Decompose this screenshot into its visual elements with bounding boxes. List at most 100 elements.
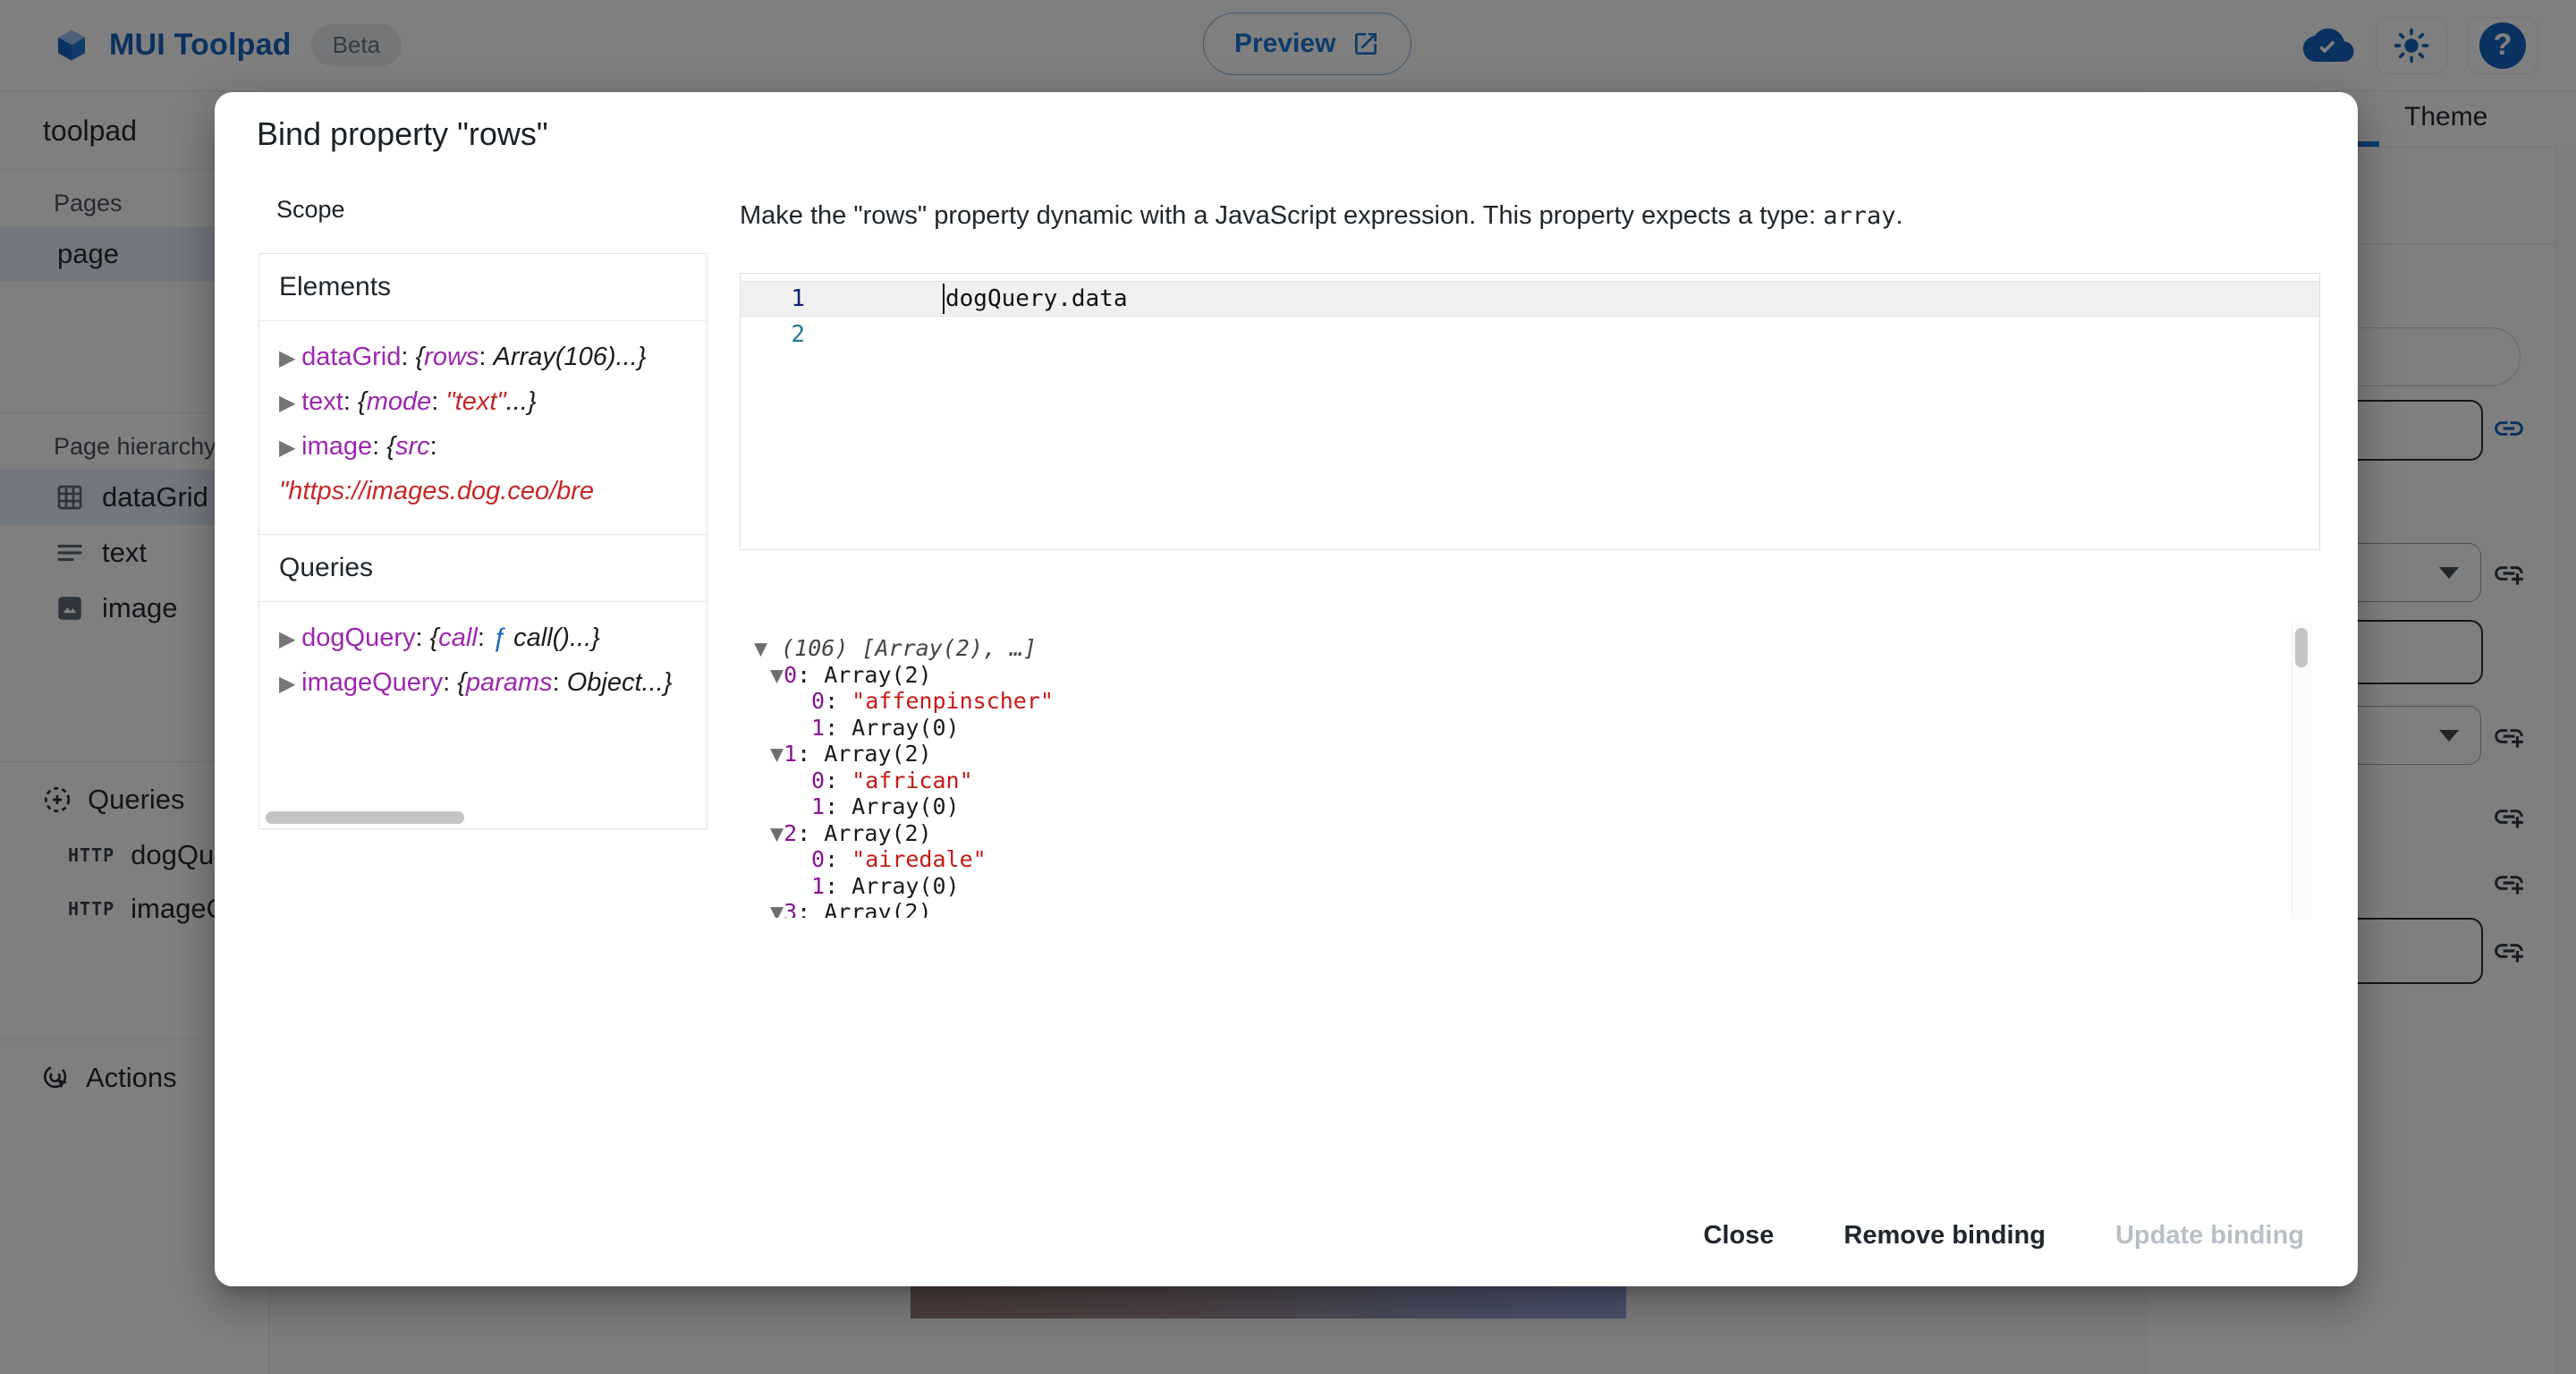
preview-token: Array(0) [852,873,959,899]
preview-token: (106) [Array(2), …] [767,635,1037,661]
screen: MUI Toolpad Beta Preview [0,0,2576,1374]
editor-line[interactable]: 2 [741,317,2319,352]
token: call [438,623,478,652]
token: : [553,668,567,697]
token: { [457,668,466,697]
js-expression-editor[interactable]: 1 dogQuery.data2 [740,273,2320,550]
preview-tree-row[interactable]: ▼ (106) [Array(2), …] [748,635,2277,662]
preview-token: "airedale" [852,846,987,872]
token: { [415,343,424,371]
preview-token: Array(2) [824,741,931,767]
preview-token: : [825,715,852,741]
preview-scrollbar-thumb[interactable] [2295,628,2308,667]
token: { [430,623,439,652]
collapse-arrow-icon[interactable]: ▼ [754,635,767,661]
token: imageQuery [301,668,443,697]
scope-tree-item[interactable]: ▶ imageQuery: {params: Object...} [279,661,687,706]
scope-label: Scope [276,196,345,224]
collapse-arrow-icon[interactable]: ▼ [770,820,784,846]
preview-tree-row[interactable]: ▼0: Array(2) [748,662,2277,689]
horizontal-scrollbar-thumb[interactable] [266,811,464,824]
preview-token: Array(2) [824,899,931,918]
token: "https://images.dog.ceo/bre [279,477,594,505]
token: image [301,432,372,461]
scope-section-title: Queries [259,534,707,602]
scope-section-items: ▶ dataGrid: {rows: Array(106)...}▶ text:… [259,321,707,534]
expand-arrow-icon[interactable]: ▶ [279,346,301,370]
preview-token: : [797,662,824,688]
preview-token: : [797,899,824,918]
line-number: 1 [741,281,805,317]
token: mode [367,387,432,416]
bind-property-dialog: Bind property "rows" Scope Elements ▶ dat… [215,92,2358,1286]
preview-token: : [825,768,852,793]
scope-section-items: ▶ dogQuery: {call: ƒ call()...}▶ imageQu… [259,602,707,727]
collapse-arrow-icon[interactable]: ▼ [770,741,784,767]
preview-tree-row[interactable]: 1: Array(0) [748,873,2277,900]
preview-token: 2 [784,820,797,846]
preview-token: : [825,793,852,819]
dialog-description: Make the "rows" property dynamic with a … [740,201,1903,231]
remove-binding-button[interactable]: Remove binding [1820,1209,2069,1263]
token: { [386,432,395,461]
token: : [478,623,492,652]
token: params [466,668,553,697]
scope-tree-item[interactable]: ▶ dogQuery: {call: ƒ call()...} [279,616,687,661]
preview-token: 1 [784,741,797,767]
preview-token: Array(0) [852,715,959,741]
expand-arrow-icon[interactable]: ▶ [279,436,301,460]
update-binding-button[interactable]: Update binding [2092,1209,2327,1263]
description-text: Make the "rows" property dynamic with a … [740,201,1823,230]
preview-token: 0 [784,662,797,688]
dialog-actions: Close Remove binding Update binding [1680,1209,2327,1263]
token: : [443,668,457,697]
preview-token: "affenpinscher" [852,688,1054,714]
preview-token: Array(0) [852,793,959,819]
preview-token: 0 [811,688,825,714]
preview-token: Array(2) [824,820,931,846]
token: call()...} [513,623,600,652]
token: dogQuery [301,623,415,652]
preview-tree-row[interactable]: 1: Array(0) [748,793,2277,820]
preview-token: : [825,873,852,899]
text-cursor [943,284,945,314]
description-period: . [1895,201,1902,230]
close-button[interactable]: Close [1680,1209,1797,1263]
preview-tree-row[interactable]: ▼2: Array(2) [748,820,2277,847]
token: : [431,387,445,416]
preview-tree-row[interactable]: 0: "affenpinscher" [748,688,2277,715]
token: src [395,432,430,461]
description-type-code: array [1823,202,1895,230]
token: rows [424,343,479,371]
scope-section-title: Elements [259,254,707,321]
preview-token: 1 [811,715,825,741]
token: : [372,432,386,461]
preview-token: 1 [811,793,825,819]
preview-token: 1 [811,873,825,899]
preview-tree-row[interactable]: ▼1: Array(2) [748,741,2277,768]
collapse-arrow-icon[interactable]: ▼ [770,899,784,918]
token: Array(106)...} [494,343,647,371]
preview-token: 3 [784,899,797,918]
scope-tree-item[interactable]: ▶ image: {src: "https://images.dog.ceo/b… [279,425,687,513]
token: dataGrid [301,343,401,371]
preview-scrollbar-track[interactable] [2292,623,2312,919]
preview-tree-row[interactable]: ▼3: Array(2) [748,899,2277,918]
editor-line[interactable]: 1 dogQuery.data [741,281,2319,317]
preview-token: 0 [811,846,825,872]
preview-tree-row[interactable]: 0: "airedale" [748,846,2277,873]
preview-token: Array(2) [824,662,931,688]
dialog-title: Bind property "rows" [257,115,548,153]
preview-tree-row[interactable]: 0: "african" [748,768,2277,794]
scope-tree-item[interactable]: ▶ dataGrid: {rows: Array(106)...} [279,335,687,380]
expression-result-preview: ▼ (106) [Array(2), …]▼0: Array(2)0: "aff… [748,635,2277,918]
preview-token: "african" [852,768,972,793]
code-text: dogQuery.data [945,281,1128,317]
expand-arrow-icon[interactable]: ▶ [279,672,301,696]
token: : [430,432,437,461]
expand-arrow-icon[interactable]: ▶ [279,627,301,651]
collapse-arrow-icon[interactable]: ▼ [770,662,784,688]
preview-tree-row[interactable]: 1: Array(0) [748,715,2277,742]
scope-tree-item[interactable]: ▶ text: {mode: "text"...} [279,380,687,425]
expand-arrow-icon[interactable]: ▶ [279,391,301,415]
